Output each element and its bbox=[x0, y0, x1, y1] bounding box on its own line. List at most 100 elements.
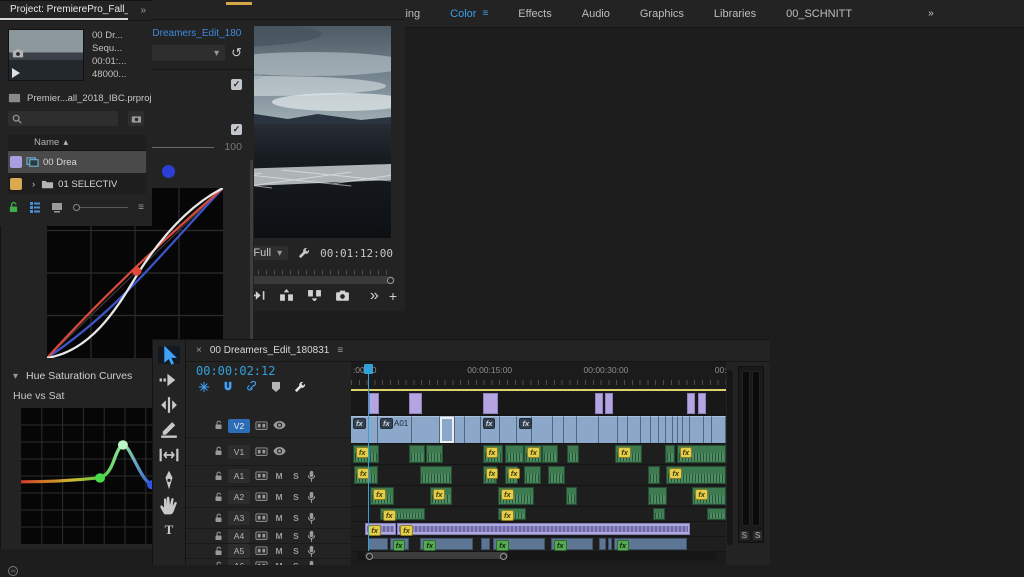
voiceover-record-mic-icon[interactable] bbox=[307, 512, 316, 525]
reset-effect-icon[interactable]: ↺ bbox=[231, 45, 242, 61]
timeline-clip[interactable] bbox=[651, 416, 659, 443]
track-lock-icon[interactable] bbox=[214, 513, 223, 524]
thumbnail-zoom-slider[interactable] bbox=[73, 207, 128, 208]
timeline-clip[interactable] bbox=[608, 538, 612, 550]
timeline-clip[interactable]: fx bbox=[483, 445, 504, 463]
timeline-horizontal-scrollbar[interactable] bbox=[357, 551, 717, 560]
scrollbar-handle-right[interactable] bbox=[500, 553, 507, 560]
timeline-clip[interactable] bbox=[707, 508, 726, 520]
curves-enabled-checkbox[interactable]: ✓ bbox=[231, 79, 242, 90]
timeline-clip[interactable]: fx bbox=[397, 523, 690, 535]
timeline-clip[interactable] bbox=[500, 416, 518, 443]
project-tab[interactable]: Project: PremierePro_Fall_201 bbox=[0, 1, 128, 20]
timeline-clip[interactable] bbox=[481, 538, 491, 550]
ripple-edit-tool[interactable] bbox=[158, 396, 180, 414]
timeline-clip[interactable] bbox=[532, 416, 553, 443]
disclosure-triangle-icon[interactable]: ▾ bbox=[13, 371, 18, 382]
timeline-clip[interactable]: fx bbox=[666, 466, 726, 484]
timeline-clip[interactable] bbox=[420, 466, 452, 484]
timeline-clip[interactable]: fx bbox=[505, 466, 518, 484]
timeline-clip[interactable] bbox=[666, 416, 673, 443]
workspace-overflow-icon[interactable]: » bbox=[922, 8, 940, 19]
time-ruler[interactable]: :00:0000:00:15:0000:00:30:0000: bbox=[351, 362, 726, 388]
hand-tool[interactable] bbox=[158, 496, 180, 514]
razor-tool[interactable] bbox=[158, 421, 180, 439]
close-icon[interactable]: × bbox=[196, 345, 202, 356]
track-target-a1[interactable]: A1 bbox=[228, 469, 250, 483]
blue-channel-dot[interactable] bbox=[162, 165, 175, 178]
timeline-clip[interactable] bbox=[712, 416, 726, 443]
timeline-clip[interactable] bbox=[426, 445, 443, 463]
track-lock-icon[interactable] bbox=[214, 420, 223, 431]
timeline-clip[interactable] bbox=[648, 487, 667, 505]
source-patch-icon[interactable] bbox=[255, 513, 268, 522]
program-settings-wrench-icon[interactable] bbox=[298, 247, 310, 259]
label-color-swatch[interactable] bbox=[10, 178, 22, 190]
lift-button[interactable] bbox=[279, 289, 294, 302]
timeline-clip[interactable]: fx bbox=[692, 487, 726, 505]
timeline-clip[interactable] bbox=[412, 416, 440, 443]
voiceover-record-mic-icon[interactable] bbox=[307, 491, 316, 504]
solo-button[interactable]: S bbox=[290, 546, 302, 556]
timeline-settings-wrench-icon[interactable] bbox=[294, 381, 306, 393]
workspace-tab-00-schnitt[interactable]: 00_SCHNITT bbox=[772, 4, 866, 24]
timeline-clip[interactable] bbox=[369, 393, 379, 414]
panel-menu-icon[interactable]: ≡ bbox=[337, 345, 343, 356]
timeline-clip[interactable]: fx bbox=[614, 538, 687, 550]
timeline-clip[interactable] bbox=[659, 416, 667, 443]
track-target-v1[interactable]: V1 bbox=[228, 445, 250, 459]
timeline-clip[interactable]: fx bbox=[481, 416, 500, 443]
track-lock-icon[interactable] bbox=[214, 471, 223, 482]
workspace-tab-color[interactable]: Color≡ bbox=[436, 4, 502, 24]
timeline-clip[interactable] bbox=[465, 416, 481, 443]
workspace-menu-icon[interactable]: ≡ bbox=[482, 8, 488, 19]
timeline-clip[interactable] bbox=[628, 416, 642, 443]
linked-selection-icon[interactable] bbox=[246, 381, 258, 393]
mute-button[interactable]: M bbox=[273, 531, 285, 541]
source-patch-icon[interactable] bbox=[255, 447, 268, 456]
workspace-tab-graphics[interactable]: Graphics bbox=[626, 4, 698, 24]
toggle-track-output-eye-icon[interactable] bbox=[273, 447, 286, 455]
timeline-clip[interactable]: fx bbox=[353, 445, 379, 463]
mute-button[interactable]: M bbox=[273, 546, 285, 556]
timeline-clip[interactable] bbox=[409, 393, 423, 414]
label-color-swatch[interactable] bbox=[10, 156, 22, 168]
timeline-clip[interactable] bbox=[483, 393, 498, 414]
selection-tool[interactable] bbox=[158, 346, 180, 364]
source-patch-icon[interactable] bbox=[255, 546, 268, 555]
track-target-a5[interactable]: A5 bbox=[228, 544, 250, 558]
solo-button[interactable]: S bbox=[290, 531, 302, 541]
timeline-clip[interactable] bbox=[605, 393, 614, 414]
track-target-a2[interactable]: A2 bbox=[228, 490, 250, 504]
timeline-vertical-scrollbar[interactable] bbox=[727, 370, 733, 545]
extract-button[interactable] bbox=[307, 289, 322, 302]
timeline-clip[interactable]: fx bbox=[354, 466, 378, 484]
transport-overflow-icon[interactable]: » bbox=[370, 287, 379, 305]
pen-tool[interactable] bbox=[158, 471, 180, 489]
track-lock-icon[interactable] bbox=[214, 446, 223, 457]
snap-magnet-icon[interactable] bbox=[222, 381, 234, 393]
timeline-clip[interactable] bbox=[564, 416, 577, 443]
timeline-clip[interactable]: fx bbox=[498, 508, 526, 520]
timeline-clip[interactable] bbox=[548, 466, 565, 484]
nest-toggle-icon[interactable] bbox=[198, 381, 210, 393]
disclosure-icon[interactable]: › bbox=[32, 179, 35, 190]
solo-button[interactable]: S bbox=[290, 471, 302, 481]
timeline-clip[interactable] bbox=[409, 445, 426, 463]
track-target-a4[interactable]: A4 bbox=[228, 529, 250, 543]
timeline-clip[interactable]: fx bbox=[677, 445, 727, 463]
sequence-link[interactable]: 00 Dreamers_Edit_180831... bbox=[139, 28, 243, 39]
source-patch-icon[interactable] bbox=[255, 531, 268, 540]
footer-menu-icon[interactable]: ≡ bbox=[138, 202, 144, 213]
timeline-tab-bar[interactable]: × 00 Dreamers_Edit_180831 ≡ bbox=[186, 340, 770, 362]
timeline-clip[interactable]: fx bbox=[365, 523, 396, 535]
timeline-clip[interactable]: fx bbox=[615, 445, 642, 463]
mute-button[interactable]: M bbox=[273, 513, 285, 523]
add-marker-icon[interactable] bbox=[270, 381, 282, 393]
list-view-icon[interactable] bbox=[29, 201, 41, 213]
timeline-clip[interactable] bbox=[599, 416, 618, 443]
project-file-row[interactable]: Premier...all_2018_IBC.prproj bbox=[8, 93, 152, 104]
timeline-clip[interactable]: fx bbox=[420, 538, 473, 550]
timeline-clip[interactable]: fx bbox=[483, 466, 497, 484]
workspace-tab-audio[interactable]: Audio bbox=[568, 4, 624, 24]
